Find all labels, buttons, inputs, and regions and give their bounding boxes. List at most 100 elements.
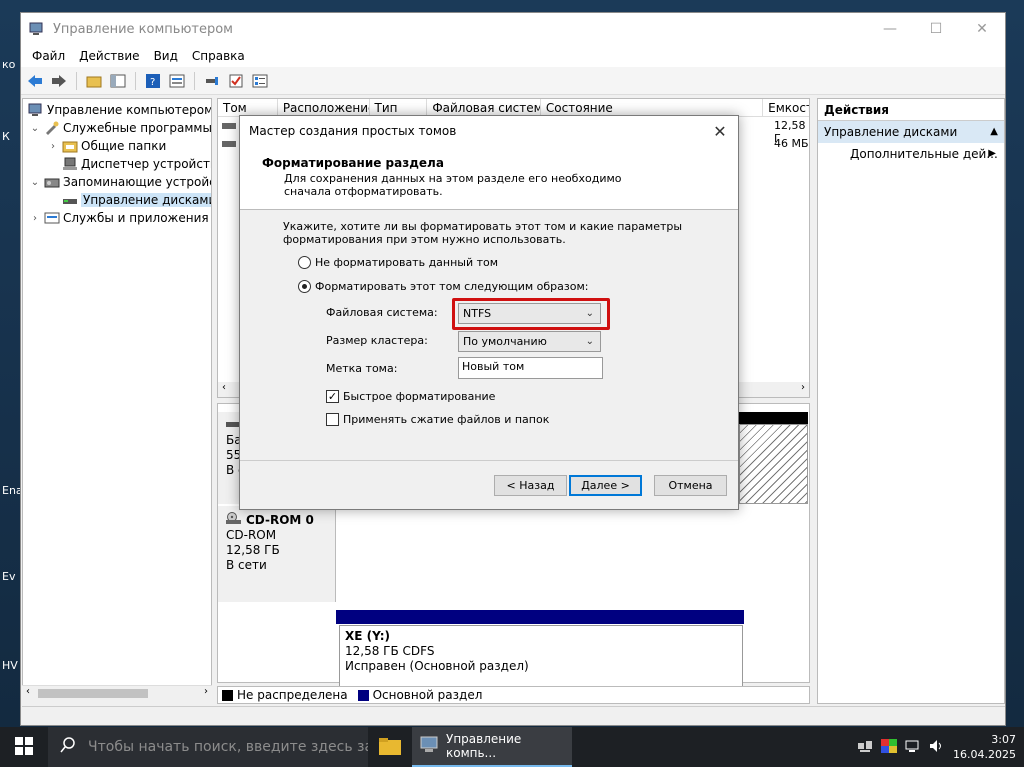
connect-icon[interactable] [202,71,222,91]
collapse-up-icon[interactable]: ▲ [990,121,998,143]
tree-item-services-apps[interactable]: › Службы и приложения [29,209,209,227]
search-icon [60,737,76,757]
clock[interactable]: 3:07 16.04.2025 [953,732,1016,762]
storage-icon [44,175,60,189]
list-view-icon[interactable] [250,71,270,91]
console-tree: Управление компьютером (л ⌄ Служебные пр… [22,98,212,698]
network-icon[interactable] [905,739,921,756]
network-share-icon[interactable] [857,739,873,756]
cdrom-0-label[interactable]: CD-ROM 0 CD-ROM 12,58 ГБ В сети [218,506,336,602]
filesystem-label: Файловая система: [326,306,438,319]
taskbar-app-label: Управление компь... [446,732,522,760]
cdrom-status: В сети [226,558,267,572]
tree-item-shared-folders[interactable]: › Общие папки [47,137,166,155]
tree-item-label: Служебные программы [63,121,212,135]
cluster-size-select[interactable]: По умолчанию ⌄ [458,331,601,352]
forward-arrow-icon[interactable] [49,71,69,91]
computer-management-icon [420,736,440,757]
menu-action[interactable]: Действие [72,49,146,63]
volume-label-input[interactable]: Новый том [458,357,603,379]
scroll-right-icon[interactable]: › [204,686,208,697]
unallocated-bar [739,412,808,424]
start-button[interactable] [0,727,48,767]
radio-format[interactable]: Форматировать этот том следующим образом… [298,280,588,293]
scroll-left-icon[interactable]: ‹ [222,382,226,393]
chevron-down-icon[interactable]: ⌄ [29,177,41,188]
volume-icon[interactable] [929,739,945,756]
shared-folder-icon [62,139,78,153]
back-arrow-icon[interactable] [25,71,45,91]
tree-item-device-manager[interactable]: Диспетчер устройств [47,155,211,173]
tree-item-disk-management[interactable]: Управление дисками [47,191,211,209]
column-header-status[interactable]: Состояние [541,99,764,116]
radio-button-selected[interactable] [298,280,311,293]
svg-text:?: ? [150,77,155,88]
quick-format-checkbox[interactable]: ✓ [326,390,339,403]
back-button[interactable]: < Назад [494,475,567,496]
properties-view-icon[interactable] [167,71,187,91]
column-header-capacity[interactable]: Емкост [763,99,809,116]
column-header-type[interactable]: Тип [370,99,428,116]
actions-more[interactable]: Дополнительные дей... ▶ [818,143,1004,165]
maximize-button[interactable]: ☐ [913,13,959,45]
chevron-down-icon: ⌄ [585,336,594,347]
device-manager-icon [62,157,78,171]
tree-item-storage[interactable]: ⌄ Запоминающие устройст [29,173,211,191]
dialog-close-icon[interactable]: ✕ [702,116,738,146]
menu-view[interactable]: Вид [147,49,185,63]
actions-section-disk-management[interactable]: Управление дисками ▲ [818,121,1004,143]
tree-item-computer-management[interactable]: Управление компьютером (л [25,101,211,119]
desktop-label: Ev [2,570,16,583]
quick-format-label: Быстрое форматирование [343,390,496,403]
taskbar-file-explorer[interactable] [368,727,412,767]
chevron-down-icon[interactable]: ⌄ [29,123,41,134]
scrollbar-thumb[interactable] [38,689,148,698]
disk-management-icon [62,193,78,207]
legend-primary: Основной раздел [372,688,483,702]
primary-swatch [357,689,369,701]
minimize-button[interactable]: — [867,13,913,45]
cancel-button[interactable]: Отмена [654,475,727,496]
next-button[interactable]: Далее > [569,475,642,496]
scroll-left-icon[interactable]: ‹ [26,686,30,697]
title-bar[interactable]: Управление компьютером — ☐ ✕ [21,13,1005,45]
close-button[interactable]: ✕ [959,13,1005,45]
radio-button[interactable] [298,256,311,269]
chevron-right-icon[interactable]: › [47,141,59,152]
new-simple-volume-wizard: Мастер создания простых томов ✕ Форматир… [239,115,739,510]
unallocated-region[interactable] [739,424,808,504]
computer-management-icon [29,21,45,37]
taskbar-computer-management[interactable]: Управление компь... [412,727,572,767]
color-app-icon[interactable] [881,738,898,756]
compression-checkbox[interactable] [326,413,339,426]
quick-format-checkbox-row[interactable]: ✓ Быстрое форматирование [326,390,495,403]
chevron-right-icon[interactable]: › [29,213,41,224]
tree-item-system-tools[interactable]: ⌄ Служебные программы [29,119,212,137]
toolbar-separator [135,71,136,90]
desktop-label: ко [2,58,16,71]
check-list-icon[interactable] [226,71,246,91]
cdrom-volume[interactable]: XE (Y:) 12,58 ГБ CDFS Исправен (Основной… [339,625,743,693]
scroll-right-icon[interactable]: › [801,382,805,393]
radio-no-format[interactable]: Не форматировать данный том [298,256,498,269]
compression-checkbox-row[interactable]: Применять сжатие файлов и папок [326,413,549,426]
disk-legend: Не распределена Основной раздел [217,686,810,704]
filesystem-highlight-box [452,298,610,330]
show-hide-tree-icon[interactable] [108,71,128,91]
taskbar-search-box[interactable]: Чтобы начать поиск, введите здесь запр [48,727,368,767]
window-title: Управление компьютером [53,21,233,37]
menu-file[interactable]: Файл [25,49,72,63]
toolbar: ? [21,67,1005,95]
up-folder-icon[interactable] [84,71,104,91]
cluster-size-label: Размер кластера: [326,334,428,347]
help-icon[interactable]: ? [143,71,163,91]
cdrom-type: CD-ROM [226,528,277,542]
menu-help[interactable]: Справка [185,49,252,63]
services-icon [44,211,60,225]
column-header-filesystem[interactable]: Файловая система [427,99,541,116]
cd-drive-icon [226,512,242,528]
tree-horizontal-scrollbar[interactable]: ‹ › [22,685,212,700]
column-header-volume[interactable]: Том [218,99,278,116]
dialog-title-bar[interactable]: Мастер создания простых томов ✕ [240,116,738,146]
column-header-location[interactable]: Расположение [278,99,370,116]
